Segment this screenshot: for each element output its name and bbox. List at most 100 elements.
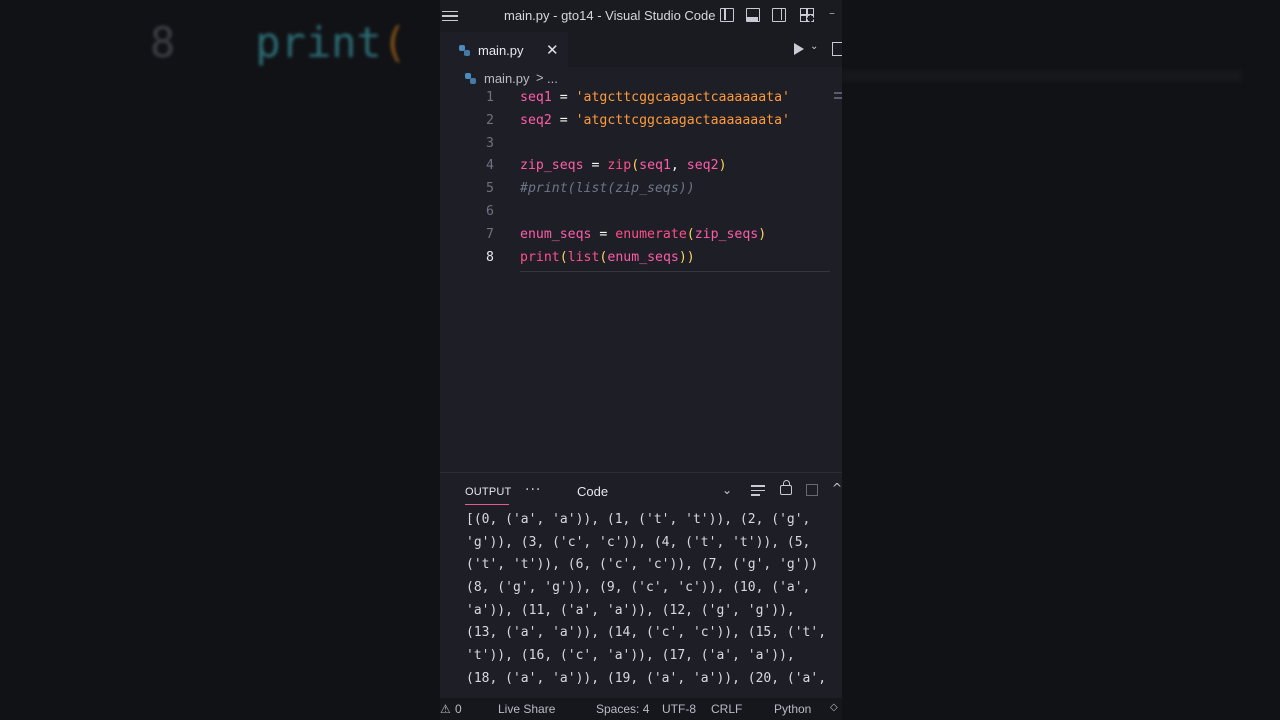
token-par: ))	[678, 249, 695, 265]
token-v: seq1	[520, 90, 552, 105]
breadcrumb: main.py > ...	[440, 68, 842, 90]
line-number: 8	[486, 249, 494, 265]
token-fn: print	[520, 249, 560, 265]
warning-icon[interactable]: ⚠	[440, 702, 451, 716]
token-par: (	[559, 249, 568, 265]
chevron-down-icon[interactable]: ⌄	[722, 483, 732, 497]
python-file-icon	[459, 45, 470, 56]
run-python-file-icon[interactable]	[794, 43, 804, 55]
language-mode[interactable]: Python	[774, 702, 811, 716]
encoding-status[interactable]: UTF-8	[662, 702, 696, 716]
code-line[interactable]: 2 seq2 = 'atgcttcggcaagactaaaaaaata'	[440, 113, 842, 135]
eol-status[interactable]: CRLF	[711, 702, 742, 716]
live-share-button[interactable]: Live Share	[498, 702, 555, 716]
token-v: seq2	[686, 158, 719, 174]
token-op: =	[583, 158, 608, 174]
customize-layout-icon[interactable]	[800, 8, 814, 22]
code-line[interactable]: 5 #print(list(zip_seqs))	[440, 181, 842, 203]
tab-output[interactable]: OUTPUT	[465, 486, 511, 498]
problems-count[interactable]: 0	[455, 702, 462, 716]
code-line[interactable]: 8 print(list(enum_seqs))	[440, 250, 842, 272]
line-number: 7	[486, 226, 494, 242]
status-bar: ⚠ 0 Live Share Spaces: 4 UTF-8 CRLF Pyth…	[440, 698, 842, 720]
output-line: ('t', 't')), (6, ('c', 'c')), (7, ('g', …	[466, 557, 819, 573]
title-bar: main.py - gto14 - Visual Studio Code –	[440, 0, 842, 32]
output-channel-select[interactable]: Code	[577, 484, 608, 499]
token-str: 'atgcttcggcaagactcaaaaaata'	[575, 90, 790, 105]
tab-main-py[interactable]: main.py ✕	[440, 32, 568, 68]
code-line[interactable]: 4 zip_seqs = zip(seq1, seq2)	[440, 158, 842, 180]
token-op: =	[551, 90, 576, 105]
token-op: =	[591, 226, 616, 242]
active-tab-indicator	[465, 504, 509, 505]
notifications-icon[interactable]: ◇	[830, 702, 838, 713]
background-code-blur: 8 print(	[150, 18, 407, 67]
code-line[interactable]: 6	[440, 204, 842, 226]
breadcrumb-separator: >	[536, 70, 544, 85]
line-number: 5	[486, 181, 494, 197]
toggle-primary-sidebar-icon[interactable]	[720, 8, 734, 22]
token-cm: #print(list(zip_seqs))	[520, 181, 695, 197]
background-keyword: print	[255, 18, 382, 67]
indentation-status[interactable]: Spaces: 4	[596, 702, 649, 716]
line-number: 1	[486, 90, 494, 105]
lock-scroll-icon[interactable]	[780, 480, 792, 495]
code-editor[interactable]: 1 seq1 = 'atgcttcggcaagactcaaaaaata' 2 seq2…	[440, 90, 842, 470]
token-fn: zip	[607, 158, 632, 174]
line-number: 4	[486, 158, 494, 174]
output-panel: OUTPUT ··· Code ⌄ ^ [(0, ('a', 'a')), (1…	[440, 472, 842, 699]
output-line: (8, ('g', 'g')), (9, ('c', 'c')), (10, (…	[466, 580, 811, 596]
copy-icon[interactable]	[806, 484, 818, 496]
output-line: 't')), (16, ('c', 'a')), (17, ('a', 'a')…	[466, 648, 795, 664]
hamburger-menu-icon[interactable]	[442, 6, 462, 26]
code-line[interactable]: 3	[440, 136, 842, 158]
token-par: )	[758, 226, 767, 242]
token-fn: list	[567, 249, 600, 265]
token-str: 'atgcttcggcaagactaaaaaaata'	[575, 112, 790, 128]
vscode-window: main.py - gto14 - Visual Studio Code – m…	[440, 0, 842, 720]
breadcrumb-file[interactable]: main.py	[484, 71, 530, 86]
close-icon[interactable]: ✕	[546, 41, 559, 59]
maximize-panel-icon[interactable]: ^	[832, 481, 842, 495]
code-line[interactable]: 7 enum_seqs = enumerate(zip_seqs)	[440, 227, 842, 249]
output-line: [(0, ('a', 'a')), (1, ('t', 't')), (2, (…	[466, 512, 811, 527]
toggle-secondary-sidebar-icon[interactable]	[772, 8, 786, 22]
token-v: enum_seqs	[607, 249, 679, 265]
token-v: enum_seqs	[520, 226, 592, 242]
code-text[interactable]: seq2 = 'atgcttcggcaagactaaaaaaata'	[520, 113, 790, 128]
background-line-number: 8	[150, 18, 176, 67]
code-text[interactable]: #print(list(zip_seqs))	[520, 181, 695, 196]
token-op: =	[551, 112, 576, 128]
line-number: 3	[486, 135, 494, 151]
tab-label: main.py	[478, 43, 524, 58]
token-par: (	[686, 226, 695, 242]
breadcrumb-symbols[interactable]: ...	[547, 71, 558, 86]
token-v: zip_seqs	[694, 226, 759, 242]
window-title: main.py - gto14 - Visual Studio Code	[504, 8, 716, 23]
code-line[interactable]: 1 seq1 = 'atgcttcggcaagactcaaaaaata'	[440, 90, 842, 112]
split-editor-icon[interactable]	[832, 42, 842, 56]
toggle-panel-icon[interactable]	[746, 8, 760, 22]
clear-output-icon[interactable]	[751, 485, 765, 497]
code-text[interactable]: zip_seqs = zip(seq1, seq2)	[520, 158, 727, 173]
code-text[interactable]: enum_seqs = enumerate(zip_seqs)	[520, 227, 766, 242]
more-actions-icon[interactable]: ···	[525, 482, 541, 498]
minimize-button[interactable]: –	[829, 6, 835, 20]
token-par: )	[718, 158, 727, 174]
token-v: zip_seqs	[520, 158, 584, 174]
output-text[interactable]: [(0, ('a', 'a')), (1, ('t', 't')), (2, (…	[466, 509, 838, 691]
line-number: 6	[486, 204, 494, 219]
minimap[interactable]	[834, 92, 842, 106]
token-fn: enumerate	[615, 226, 687, 242]
background-left: 8 print(	[0, 0, 440, 720]
python-file-icon	[465, 73, 476, 84]
code-text[interactable]: print(list(enum_seqs))	[520, 250, 695, 265]
tab-bar: main.py ✕ ⌄	[440, 32, 842, 68]
code-text[interactable]: seq1 = 'atgcttcggcaagactcaaaaaata'	[520, 90, 790, 105]
background-paren: (	[381, 18, 408, 67]
token-v: seq1	[639, 158, 671, 174]
background-right-bar	[842, 70, 1242, 82]
run-dropdown-icon[interactable]: ⌄	[810, 41, 818, 52]
output-line: 'g')), (3, ('c', 'c')), (4, ('t', 't')),…	[466, 534, 811, 550]
line-number: 2	[486, 112, 494, 128]
